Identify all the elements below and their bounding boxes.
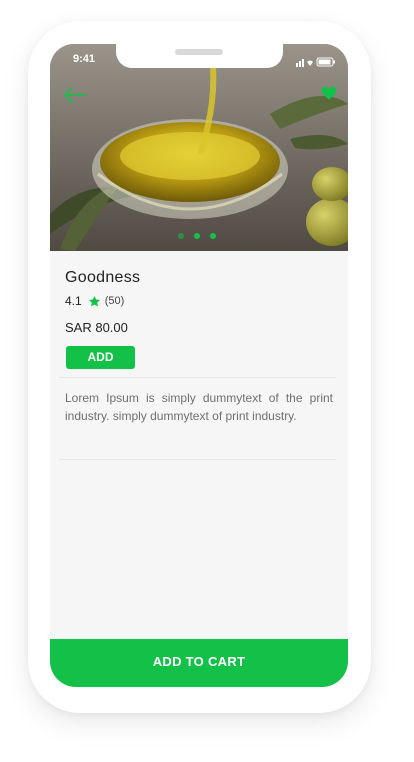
divider [59, 459, 336, 460]
add-button[interactable]: ADD [66, 346, 135, 369]
product-price: SAR 80.00 [65, 320, 128, 335]
status-time: 9:41 [73, 53, 96, 65]
rating-row: 4.1 (50) [65, 294, 124, 308]
rating-value: 4.1 [65, 294, 82, 308]
add-to-cart-button[interactable]: ADD TO CART [50, 639, 348, 687]
product-image: 9:41 [50, 44, 348, 251]
device-notch [116, 44, 283, 68]
olive-oil-illustration [50, 44, 348, 251]
carousel-dot[interactable] [178, 233, 184, 239]
app-screen: 9:41 Goodness 4.1 (50) SAR 80.00 ADD Lor… [50, 44, 348, 687]
favorite-button[interactable] [320, 84, 338, 102]
product-details: Goodness 4.1 (50) SAR 80.00 ADD Lorem Ip… [50, 251, 348, 639]
speaker-grille [175, 49, 223, 55]
product-title: Goodness [65, 269, 141, 286]
heart-icon [321, 86, 337, 100]
carousel-dot[interactable] [210, 233, 216, 239]
divider [59, 377, 336, 378]
star-icon [88, 295, 100, 306]
status-icons [296, 54, 336, 72]
carousel-dot-active[interactable] [194, 233, 200, 239]
review-count: (50) [104, 295, 125, 307]
carousel-indicator [178, 233, 216, 239]
back-button[interactable] [62, 86, 88, 104]
product-description: Lorem Ipsum is simply dummytext of the p… [65, 391, 333, 423]
arrow-left-icon [64, 87, 87, 103]
